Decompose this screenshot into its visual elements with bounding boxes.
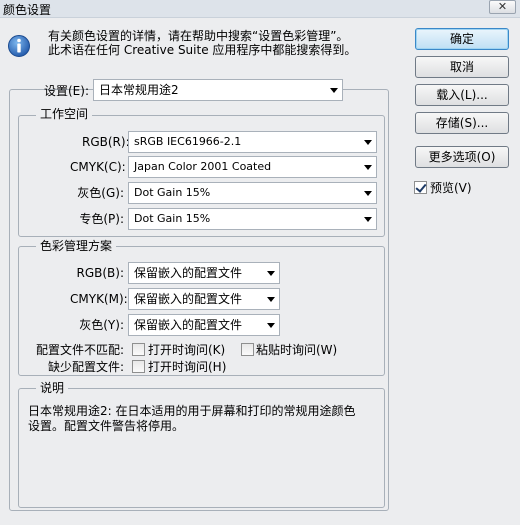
missing-label: 缺少配置文件:: [47, 360, 124, 374]
close-button[interactable]: ✕: [489, 0, 516, 14]
close-icon: ✕: [497, 0, 508, 13]
ws-gray-value: Dot Gain 15%: [134, 186, 211, 199]
ws-spot-value: Dot Gain 15%: [134, 212, 211, 225]
info-message: 有关颜色设置的详情，请在帮助中搜索“设置色彩管理”。 此术语在任何 Creati…: [48, 29, 356, 57]
color-management-title: 色彩管理方案: [36, 239, 117, 253]
info-line-2: 此术语在任何 Creative Suite 应用程序中都能搜索得到。: [48, 43, 357, 57]
ws-cmyk-dropdown[interactable]: Japan Color 2001 Coated: [128, 156, 377, 178]
ws-spot-dropdown[interactable]: Dot Gain 15%: [128, 208, 377, 230]
cm-cmyk-dropdown[interactable]: 保留嵌入的配置文件: [128, 288, 280, 310]
chevron-down-icon: [364, 140, 372, 145]
cm-gray-value: 保留嵌入的配置文件: [134, 318, 243, 332]
description-line-1: 日本常规用途2: 在日本适用的用于屏幕和打印的常规用途颜色: [28, 404, 356, 418]
chevron-down-icon: [267, 297, 275, 302]
ws-rgb-value: sRGB IEC61966-2.1: [134, 135, 242, 148]
window-title: 颜色设置: [3, 3, 52, 17]
settings-label: 设置(E):: [44, 84, 89, 98]
ws-gray-label: 灰色(G):: [77, 186, 124, 200]
cm-gray-dropdown[interactable]: 保留嵌入的配置文件: [128, 314, 280, 336]
description-text: 日本常规用途2: 在日本适用的用于屏幕和打印的常规用途颜色 设置。配置文件警告将…: [28, 404, 356, 434]
missing-open-checkbox[interactable]: [132, 360, 145, 373]
working-spaces-title: 工作空间: [36, 107, 93, 121]
mismatch-paste-checkbox[interactable]: [241, 343, 254, 356]
chevron-down-icon: [364, 165, 372, 170]
settings-dropdown[interactable]: 日本常规用途2: [93, 79, 343, 101]
chevron-down-icon: [267, 271, 275, 276]
cm-rgb-label: RGB(B):: [76, 266, 124, 280]
mismatch-open-label: 打开时询问(K): [148, 343, 226, 357]
title-bar: 颜色设置 ✕: [0, 0, 520, 18]
description-line-2: 设置。配置文件警告将停用。: [28, 419, 185, 433]
load-button[interactable]: 载入(L)...: [415, 84, 509, 106]
chevron-down-icon: [267, 323, 275, 328]
cancel-button[interactable]: 取消: [415, 56, 509, 78]
cm-cmyk-label: CMYK(M):: [70, 292, 128, 306]
ws-cmyk-label: CMYK(C):: [70, 160, 126, 174]
chevron-down-icon: [330, 88, 338, 93]
ok-button[interactable]: 确定: [415, 28, 509, 50]
ws-gray-dropdown[interactable]: Dot Gain 15%: [128, 182, 377, 204]
mismatch-paste-label: 粘贴时询问(W): [256, 343, 338, 357]
mismatch-open-checkbox[interactable]: [132, 343, 145, 356]
preview-checkbox[interactable]: [414, 181, 427, 194]
ws-spot-label: 专色(P):: [79, 212, 124, 226]
info-line-1: 有关颜色设置的详情，请在帮助中搜索“设置色彩管理”。: [48, 29, 349, 43]
chevron-down-icon: [364, 191, 372, 196]
cm-gray-label: 灰色(Y):: [79, 318, 124, 332]
description-title: 说明: [36, 381, 69, 395]
ws-rgb-label: RGB(R):: [82, 135, 130, 149]
cm-rgb-value: 保留嵌入的配置文件: [134, 266, 243, 280]
cm-cmyk-value: 保留嵌入的配置文件: [134, 292, 243, 306]
chevron-down-icon: [364, 217, 372, 222]
preview-label: 预览(V): [430, 181, 472, 195]
info-icon: [8, 35, 30, 57]
missing-open-label: 打开时询问(H): [148, 360, 227, 374]
more-options-button[interactable]: 更多选项(O): [415, 146, 509, 168]
save-button[interactable]: 存储(S)...: [415, 112, 509, 134]
ws-rgb-dropdown[interactable]: sRGB IEC61966-2.1: [128, 131, 377, 153]
mismatch-label: 配置文件不匹配:: [35, 343, 124, 357]
cm-rgb-dropdown[interactable]: 保留嵌入的配置文件: [128, 262, 280, 284]
ws-cmyk-value: Japan Color 2001 Coated: [134, 160, 272, 173]
settings-value: 日本常规用途2: [99, 83, 179, 97]
